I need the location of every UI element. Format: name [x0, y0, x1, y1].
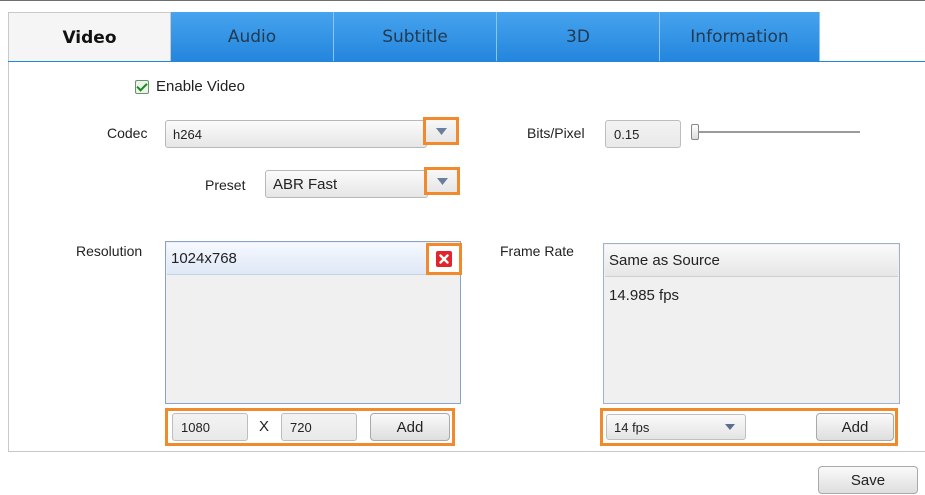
frame-rate-list[interactable]: Same as Source 14.985 fps: [603, 243, 900, 404]
preset-select[interactable]: ABR Fast: [265, 170, 428, 198]
frame-rate-label: Frame Rate: [500, 243, 574, 259]
save-button[interactable]: Save: [818, 466, 918, 494]
enable-video-label: Enable Video: [156, 78, 245, 95]
add-frame-rate-button[interactable]: Add: [816, 413, 894, 441]
bits-per-pixel-slider-thumb[interactable]: [691, 124, 699, 140]
tab-information[interactable]: Information: [660, 12, 820, 62]
list-item[interactable]: 14.985 fps: [605, 279, 898, 311]
delete-resolution-button[interactable]: [426, 243, 462, 275]
resolution-height-input[interactable]: 720: [281, 413, 357, 441]
list-item[interactable]: Same as Source: [605, 245, 898, 277]
top-border: [0, 0, 925, 1]
frame-rate-dropdown[interactable]: 14 fps: [606, 414, 746, 440]
close-icon: [436, 251, 452, 267]
bits-per-pixel-value: 0.15: [614, 126, 640, 142]
resolution-item-label: 1024x768: [171, 250, 237, 267]
resolution-list[interactable]: 1024x768: [165, 241, 461, 404]
tab-subtitle[interactable]: Subtitle: [334, 12, 497, 62]
codec-select[interactable]: h264: [165, 120, 427, 148]
resolution-height-value: 720: [290, 419, 312, 435]
bits-per-pixel-input[interactable]: 0.15: [605, 120, 681, 148]
preset-value: ABR Fast: [273, 175, 338, 193]
tab-audio[interactable]: Audio: [171, 12, 334, 62]
preset-dropdown-arrow[interactable]: [424, 167, 460, 195]
bits-per-pixel-label: Bits/Pixel: [527, 125, 585, 141]
codec-dropdown-arrow[interactable]: [423, 117, 459, 145]
tab-bar: Video Audio Subtitle 3D Information: [8, 12, 925, 62]
add-resolution-button[interactable]: Add: [370, 413, 450, 441]
frame-rate-dropdown-value: 14 fps: [614, 419, 650, 435]
frame-rate-item-label: Same as Source: [609, 252, 720, 269]
chevron-down-icon: [435, 127, 447, 135]
bits-per-pixel-slider-track[interactable]: [692, 131, 860, 133]
tab-3d[interactable]: 3D: [497, 12, 660, 62]
resolution-width-input[interactable]: 1080: [172, 413, 248, 441]
chevron-down-icon: [725, 424, 735, 430]
list-item[interactable]: 1024x768: [167, 243, 459, 275]
frame-rate-item-label: 14.985 fps: [609, 286, 680, 304]
resolution-width-value: 1080: [181, 419, 210, 435]
codec-label: Codec: [107, 125, 148, 141]
resolution-label: Resolution: [76, 243, 143, 259]
enable-video-checkbox[interactable]: [135, 80, 149, 94]
resolution-separator: X: [259, 418, 270, 435]
chevron-down-icon: [436, 177, 448, 185]
preset-label: Preset: [205, 177, 246, 193]
tab-video[interactable]: Video: [8, 12, 171, 62]
codec-value: h264: [173, 126, 202, 142]
